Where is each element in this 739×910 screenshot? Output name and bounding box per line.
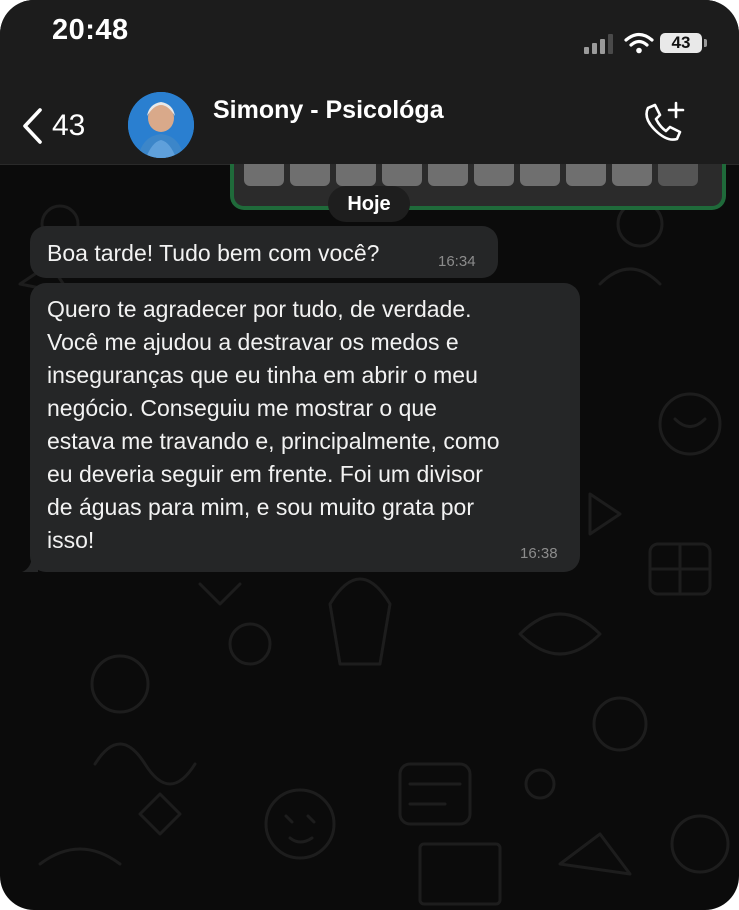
contact-name[interactable]: Simony - Psicológa (213, 96, 444, 125)
back-button[interactable]: 43 (20, 104, 100, 148)
message-bubble[interactable]: Boa tarde! Tudo bem com você? 16:34 (30, 226, 498, 278)
avatar-photo (128, 92, 194, 158)
call-add-icon[interactable] (640, 100, 686, 144)
avatar[interactable] (128, 92, 194, 158)
message-text: Boa tarde! Tudo bem com você? (47, 240, 380, 266)
chat-header: 20:48 43 43 Simony - Psicológa (0, 0, 739, 165)
message-bubble[interactable]: Quero te agradecer por tudo, de verdade.… (30, 283, 580, 572)
message-time: 16:34 (438, 253, 476, 270)
message-text: Quero te agradecer por tudo, de verdade.… (47, 296, 500, 553)
battery-icon: 43 (660, 33, 702, 53)
date-separator: Hoje (328, 186, 410, 222)
quoted-image-preview[interactable] (230, 164, 726, 210)
battery-tip (704, 39, 707, 47)
unread-count: 43 (52, 109, 86, 142)
status-time: 20:48 (52, 14, 129, 46)
signal-icon (584, 34, 613, 54)
wifi-icon (624, 32, 654, 54)
back-chevron-icon (23, 108, 42, 144)
message-time: 16:38 (520, 545, 558, 562)
bubble-tail (22, 554, 38, 572)
phone-screen: 20:48 43 43 Simony - Psicológa Hoje Boa … (0, 0, 739, 910)
